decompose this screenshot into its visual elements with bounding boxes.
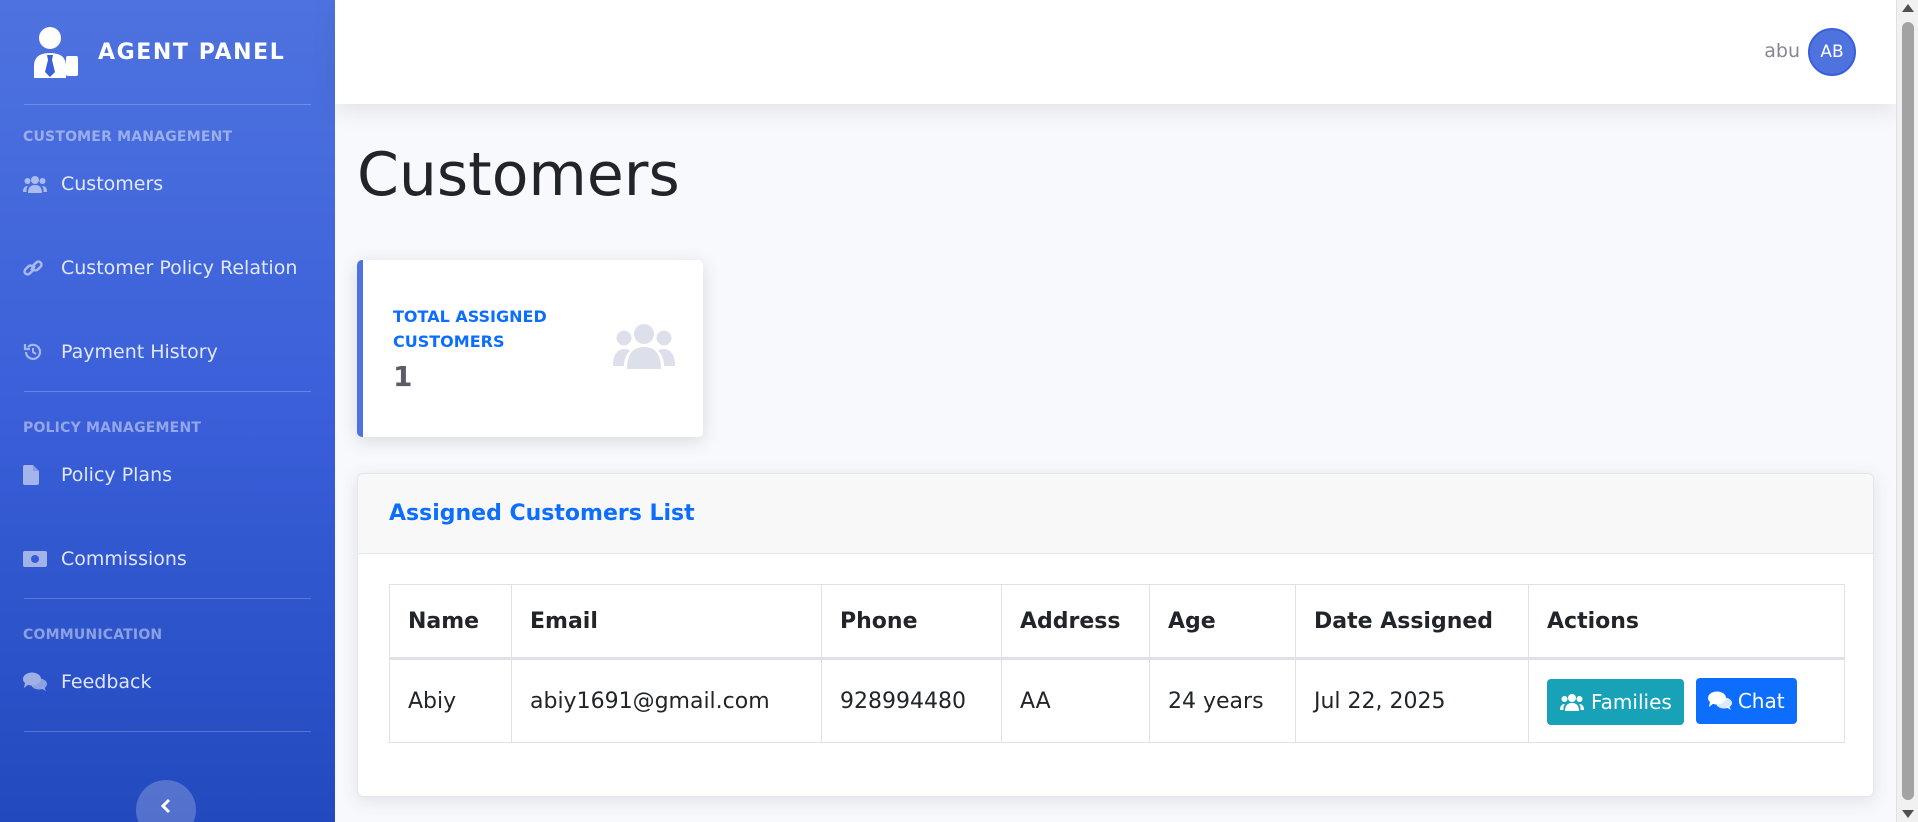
sidebar-item-label: Policy Plans xyxy=(61,464,173,486)
column-header-name[interactable]: Name xyxy=(389,584,512,660)
assigned-customers-card: Assigned Customers List Name Email Phone… xyxy=(357,473,1874,797)
stat-value: 1 xyxy=(393,360,413,393)
topbar: abu AB xyxy=(335,0,1896,104)
page-title: Customers xyxy=(357,140,680,210)
comments-icon xyxy=(23,672,49,692)
page-scrollbar[interactable] xyxy=(1896,0,1918,822)
cell-actions: Families Chat xyxy=(1528,658,1845,743)
scrollbar-thumb[interactable] xyxy=(1902,22,1914,800)
sidebar-item-label: Feedback xyxy=(61,671,152,693)
sidebar-item-customer-policy-relation[interactable]: Customer Policy Relation xyxy=(0,247,335,289)
user-tie-icon xyxy=(32,26,78,78)
sidebar-item-label: Commissions xyxy=(61,548,187,570)
column-header-email[interactable]: Email xyxy=(511,584,822,660)
comments-icon xyxy=(1707,691,1732,710)
file-icon xyxy=(23,465,49,485)
cell-phone: 928994480 xyxy=(821,658,1002,743)
money-icon xyxy=(23,549,49,569)
sidebar-heading-communication: COMMUNICATION xyxy=(23,627,163,643)
table-header-row: Name Email Phone Address Age Date Assign… xyxy=(389,584,1845,660)
sidebar-heading-policy-management: POLICY MANAGEMENT xyxy=(23,420,202,436)
sidebar-item-payment-history[interactable]: Payment History xyxy=(0,331,335,373)
brand-title: AGENT PANEL xyxy=(98,39,286,65)
column-header-actions: Actions xyxy=(1528,584,1845,660)
families-button[interactable]: Families xyxy=(1547,678,1684,725)
chat-button[interactable]: Chat xyxy=(1695,677,1797,724)
sidebar: AGENT PANEL CUSTOMER MANAGEMENT Customer… xyxy=(0,0,335,822)
sidebar-item-label: Payment History xyxy=(61,341,218,363)
cell-address: AA xyxy=(1001,658,1150,743)
sidebar-heading-customer-management: CUSTOMER MANAGEMENT xyxy=(23,129,233,145)
column-header-phone[interactable]: Phone xyxy=(821,584,1002,660)
card-title: Assigned Customers List xyxy=(389,501,695,526)
sidebar-item-commissions[interactable]: Commissions xyxy=(0,538,335,580)
sidebar-item-label: Customers xyxy=(61,173,164,195)
cell-email: abiy1691@gmail.com xyxy=(511,658,822,743)
stat-card-total-assigned: TOTAL ASSIGNED CUSTOMERS 1 xyxy=(357,260,703,437)
sidebar-item-customers[interactable]: Customers xyxy=(0,163,335,205)
brand[interactable]: AGENT PANEL xyxy=(0,0,335,104)
sidebar-item-policy-plans[interactable]: Policy Plans xyxy=(0,454,335,496)
sidebar-divider xyxy=(24,731,311,732)
scroll-down-arrow-icon[interactable] xyxy=(1902,810,1914,818)
card-header: Assigned Customers List xyxy=(358,474,1873,554)
chevron-left-icon xyxy=(160,798,172,818)
chat-button-label: Chat xyxy=(1737,688,1785,713)
sidebar-item-label: Customer Policy Relation xyxy=(61,257,298,279)
customers-table: Name Email Phone Address Age Date Assign… xyxy=(389,584,1845,743)
users-icon xyxy=(613,323,675,373)
history-icon xyxy=(23,342,49,362)
sidebar-item-feedback[interactable]: Feedback xyxy=(0,661,335,703)
avatar[interactable]: AB xyxy=(1808,28,1856,76)
users-icon xyxy=(23,174,49,194)
cell-name: Abiy xyxy=(389,658,512,743)
sidebar-toggle-button[interactable] xyxy=(136,780,196,822)
table-row: Abiy abiy1691@gmail.com 928994480 AA 24 … xyxy=(389,658,1845,743)
users-icon xyxy=(1560,693,1584,711)
column-header-date-assigned[interactable]: Date Assigned xyxy=(1295,584,1529,660)
column-header-age[interactable]: Age xyxy=(1149,584,1296,660)
scroll-up-arrow-icon[interactable] xyxy=(1902,4,1914,12)
user-name[interactable]: abu xyxy=(1764,40,1800,62)
link-icon xyxy=(23,258,49,278)
cell-date-assigned: Jul 22, 2025 xyxy=(1295,658,1529,743)
column-header-address[interactable]: Address xyxy=(1001,584,1150,660)
families-button-label: Families xyxy=(1591,689,1672,714)
cell-age: 24 years xyxy=(1149,658,1296,743)
stat-label: TOTAL ASSIGNED CUSTOMERS xyxy=(393,307,547,351)
